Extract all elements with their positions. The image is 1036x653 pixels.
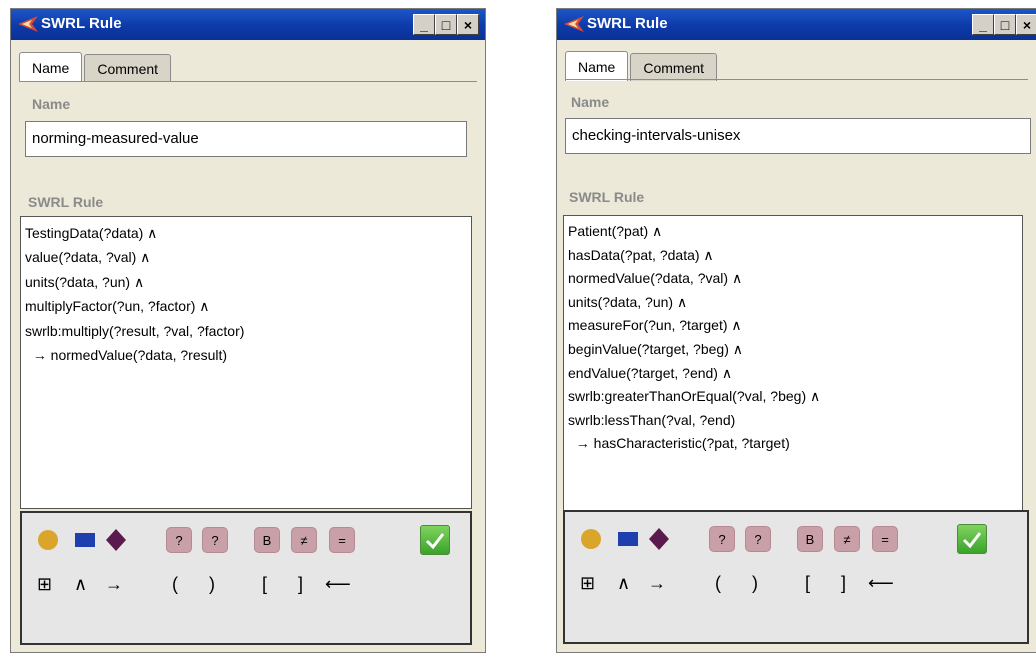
implies-button[interactable]: → xyxy=(648,574,666,592)
checkmark-icon xyxy=(425,533,445,550)
window-controls: _ □ × xyxy=(413,14,479,35)
and-button[interactable]: ∧ xyxy=(74,575,87,593)
different-from-button[interactable]: ≠ xyxy=(291,527,317,553)
maximize-button[interactable]: □ xyxy=(994,14,1016,35)
window-title: SWRL Rule xyxy=(41,15,122,32)
left-bracket-button[interactable]: [ xyxy=(262,575,267,593)
and-button[interactable]: ∧ xyxy=(617,574,630,592)
rule-line: → normedValue(?data, ?result) xyxy=(25,347,228,364)
same-label: = xyxy=(881,531,889,547)
close-button[interactable]: × xyxy=(1016,14,1036,35)
tab-comment[interactable]: Comment xyxy=(84,54,172,82)
protege-icon xyxy=(18,16,38,32)
rule-line: beginValue(?target, ?beg) ∧ xyxy=(568,340,743,357)
ok-button[interactable] xyxy=(420,525,450,555)
new-variable-button[interactable]: ? xyxy=(202,527,228,553)
left-bracket-button[interactable]: [ xyxy=(805,574,810,592)
variable-label: ? xyxy=(175,532,183,548)
different-from-button[interactable]: ≠ xyxy=(834,526,860,552)
grid-icon[interactable]: ⊞ xyxy=(580,574,595,592)
builtin-label: B xyxy=(805,531,815,547)
maximize-button[interactable]: □ xyxy=(435,14,457,35)
title-bar[interactable]: SWRL Rule _ □ × xyxy=(11,9,485,40)
protege-icon xyxy=(564,16,584,32)
rule-line: normedValue(?data, ?val) ∧ xyxy=(568,270,743,287)
delete-button[interactable]: ⟵ xyxy=(868,574,894,592)
name-label: Name xyxy=(32,96,71,112)
title-bar[interactable]: SWRL Rule _ □ × xyxy=(557,9,1036,40)
circle-icon[interactable] xyxy=(580,528,602,550)
rectangle-icon[interactable] xyxy=(74,532,96,548)
swrl-rule-label: SWRL Rule xyxy=(28,194,104,210)
rule-line: units(?data, ?un) ∧ xyxy=(568,293,688,310)
new-variable-label: ? xyxy=(211,532,219,548)
rule-editor[interactable]: TestingData(?data) ∧ value(?data, ?val) … xyxy=(20,216,472,509)
tab-bar: Name Comment xyxy=(565,51,718,81)
same-as-button[interactable]: = xyxy=(329,527,355,553)
minimize-button[interactable]: _ xyxy=(413,14,435,35)
diamond-icon[interactable] xyxy=(648,527,670,551)
checkmark-icon xyxy=(962,532,982,549)
swrl-rule-label: SWRL Rule xyxy=(569,189,645,205)
rule-line: units(?data, ?un) ∧ xyxy=(25,273,145,290)
rule-line: endValue(?target, ?end) ∧ xyxy=(568,364,733,381)
name-input[interactable]: checking-intervals-unisex xyxy=(565,118,1031,154)
right-bracket-button[interactable]: ] xyxy=(298,575,303,593)
rule-line: swrlb:multiply(?result, ?val, ?factor) xyxy=(25,322,245,339)
rule-line: → hasCharacteristic(?pat, ?target) xyxy=(568,435,790,452)
name-input[interactable]: norming-measured-value xyxy=(25,121,467,157)
rule-line: hasData(?pat, ?data) ∧ xyxy=(568,246,714,263)
minimize-button[interactable]: _ xyxy=(972,14,994,35)
tab-name[interactable]: Name xyxy=(565,51,629,81)
rule-line: TestingData(?data) ∧ xyxy=(25,225,158,241)
right-bracket-button[interactable]: ] xyxy=(841,574,846,592)
rule-line: multiplyFactor(?un, ?factor) ∧ xyxy=(25,298,210,315)
right-paren-button[interactable]: ) xyxy=(209,575,215,593)
swrl-rule-window-left: SWRL Rule _ □ × Name Comment Name normin… xyxy=(10,8,486,653)
rule-line: swrlb:lessThan(?val, ?end) xyxy=(568,411,736,428)
rule-line: value(?data, ?val) ∧ xyxy=(25,249,151,266)
rule-line: swrlb:greaterThanOrEqual(?val, ?beg) ∧ xyxy=(568,388,821,405)
diamond-icon[interactable] xyxy=(105,528,127,552)
rule-editor[interactable]: Patient(?pat) ∧ hasData(?pat, ?data) ∧ n… xyxy=(563,215,1023,511)
circle-icon[interactable] xyxy=(37,529,59,551)
left-paren-button[interactable]: ( xyxy=(715,574,721,592)
different-label: ≠ xyxy=(300,532,308,548)
window-title: SWRL Rule xyxy=(587,15,668,32)
rectangle-icon[interactable] xyxy=(617,531,639,547)
tab-name[interactable]: Name xyxy=(19,52,83,82)
close-button[interactable]: × xyxy=(457,14,479,35)
builtin-label: B xyxy=(262,532,272,548)
rule-line: Patient(?pat) ∧ xyxy=(568,223,663,239)
swrl-rule-window-right: SWRL Rule _ □ × Name Comment Name checki… xyxy=(556,8,1036,653)
tab-bar: Name Comment xyxy=(19,52,172,82)
variable-button[interactable]: ? xyxy=(166,527,192,553)
rule-line: measureFor(?un, ?target) ∧ xyxy=(568,317,742,334)
same-label: = xyxy=(338,532,346,548)
new-variable-label: ? xyxy=(754,531,762,547)
toolbox: ? ? B ≠ = ⊞ ∧ → ( ) [ ] ⟵ xyxy=(563,510,1029,644)
right-paren-button[interactable]: ) xyxy=(752,574,758,592)
variable-button[interactable]: ? xyxy=(709,526,735,552)
ok-button[interactable] xyxy=(957,524,987,554)
implies-button[interactable]: → xyxy=(105,575,123,593)
delete-button[interactable]: ⟵ xyxy=(325,575,351,593)
different-label: ≠ xyxy=(843,531,851,547)
new-variable-button[interactable]: ? xyxy=(745,526,771,552)
tab-comment[interactable]: Comment xyxy=(630,53,718,81)
variable-label: ? xyxy=(718,531,726,547)
name-label: Name xyxy=(571,94,610,110)
left-paren-button[interactable]: ( xyxy=(172,575,178,593)
builtin-button[interactable]: B xyxy=(797,526,823,552)
same-as-button[interactable]: = xyxy=(872,526,898,552)
toolbox: ? ? B ≠ = ⊞ ∧ → ( ) [ ] ⟵ xyxy=(20,511,472,645)
builtin-button[interactable]: B xyxy=(254,527,280,553)
grid-icon[interactable]: ⊞ xyxy=(37,575,52,593)
window-controls: _ □ × xyxy=(972,14,1036,35)
